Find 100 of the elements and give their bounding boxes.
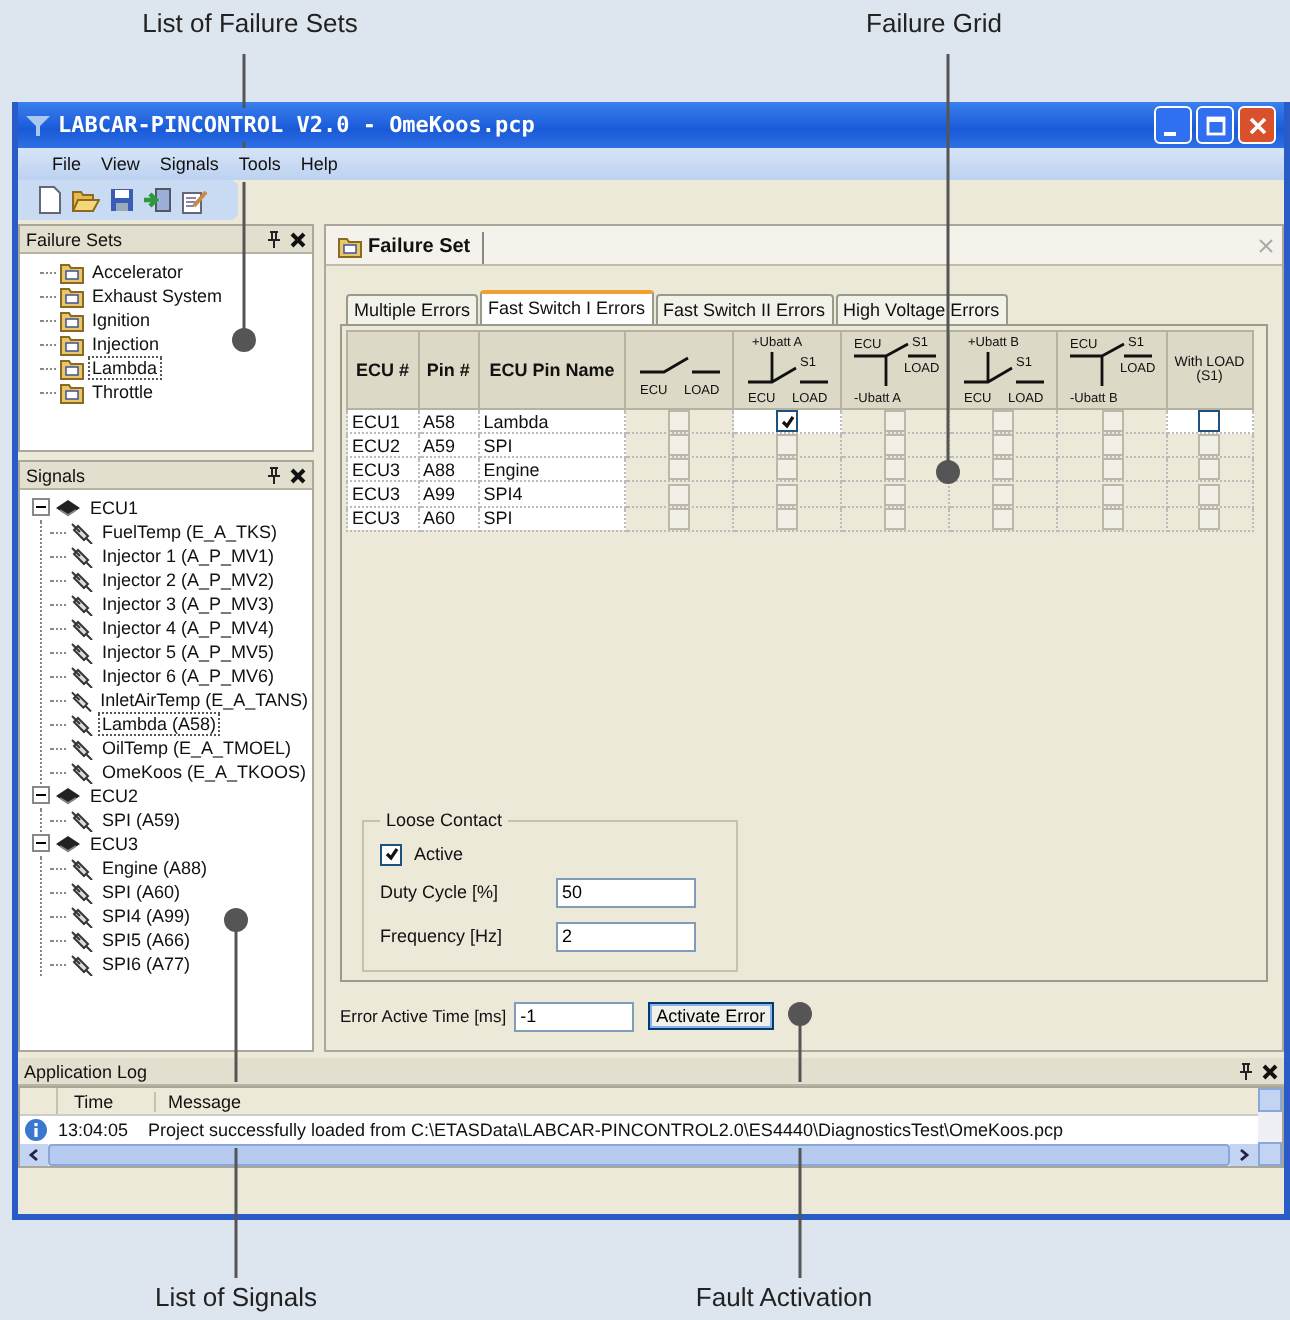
new-document-icon[interactable] — [38, 186, 62, 214]
menu-item[interactable]: Signals — [153, 154, 225, 174]
table-cell: Lambda — [478, 409, 626, 434]
minimize-icon — [1164, 131, 1176, 135]
folder-icon — [60, 309, 84, 331]
connector-icon — [70, 857, 94, 879]
switch-symbol-icon — [962, 350, 1046, 384]
save-icon[interactable] — [110, 188, 134, 212]
menu-item[interactable]: File — [46, 154, 88, 174]
connector-icon — [70, 929, 94, 951]
tree-item[interactable]: Injector 6 (A_P_MV6) — [98, 664, 279, 688]
connector-icon — [70, 737, 94, 759]
table-cell: ECU1 — [347, 409, 418, 434]
switch-symbol-icon — [746, 350, 830, 384]
maximize-button[interactable] — [1196, 106, 1234, 144]
tree-item[interactable]: SPI6 (A77) — [98, 952, 195, 976]
tree-item[interactable]: Lambda (A58) — [98, 712, 221, 736]
connector-icon — [69, 689, 93, 711]
column-header: ECU Pin Name — [489, 360, 615, 380]
tree-item[interactable]: Lambda — [88, 356, 162, 380]
input-field[interactable]: -1 — [514, 1001, 635, 1031]
switch-symbol-icon — [638, 356, 722, 374]
open-folder-icon[interactable] — [72, 188, 100, 212]
collapse-icon[interactable] — [32, 497, 50, 519]
input-field[interactable]: 2 — [556, 921, 696, 951]
table-cell: ECU3 — [347, 457, 418, 482]
scroll-right-icon[interactable] — [1230, 1144, 1258, 1166]
column-header: Pin # — [426, 360, 470, 380]
tree-item[interactable]: ECU3 — [86, 832, 143, 856]
menu-item[interactable]: View — [95, 154, 146, 174]
column-header: Time — [58, 1091, 156, 1111]
panel-title: Failure Sets — [26, 229, 123, 249]
table-cell: A99 — [418, 481, 479, 506]
minimize-button[interactable] — [1154, 106, 1192, 144]
scroll-left-icon[interactable] — [20, 1144, 48, 1166]
table-cell: A60 — [418, 506, 479, 531]
pin-icon[interactable] — [266, 230, 282, 248]
collapse-icon[interactable] — [32, 833, 50, 855]
chip-icon — [54, 786, 82, 806]
pin-icon[interactable] — [1238, 1062, 1254, 1080]
table-cell: ECU2 — [347, 433, 418, 458]
tree-item[interactable]: ECU1 — [86, 496, 143, 520]
connector-icon — [70, 569, 94, 591]
table-cell: ECU3 — [347, 481, 418, 506]
folder-icon — [60, 261, 84, 283]
vertical-scrollbar[interactable] — [1258, 1088, 1282, 1166]
collapse-icon[interactable] — [32, 785, 50, 807]
tree-item[interactable]: Injector 3 (A_P_MV3) — [98, 592, 279, 616]
tree-item[interactable]: Throttle — [88, 380, 158, 404]
tree-item[interactable]: OmeKoos (E_A_TKOOS) — [98, 760, 311, 784]
connector-icon — [70, 521, 94, 543]
tree-item[interactable]: Injector 1 (A_P_MV1) — [98, 544, 279, 568]
import-icon[interactable] — [144, 188, 172, 212]
folder-icon — [60, 357, 84, 379]
tree-item[interactable]: SPI5 (A66) — [98, 928, 195, 952]
tree-item[interactable]: Injection — [88, 332, 164, 356]
tree-item[interactable]: Exhaust System — [88, 284, 227, 308]
checkbox[interactable] — [380, 843, 402, 865]
tree-item[interactable]: SPI4 (A99) — [98, 904, 195, 928]
edit-icon[interactable] — [182, 187, 208, 213]
horizontal-scrollbar[interactable] — [20, 1144, 1258, 1166]
tree-item[interactable]: Injector 2 (A_P_MV2) — [98, 568, 279, 592]
callout-label: List of Failure Sets — [142, 8, 358, 38]
tree-item[interactable]: Ignition — [88, 308, 155, 332]
tab[interactable]: Fast Switch I Errors — [480, 290, 654, 324]
tree-item[interactable]: Injector 5 (A_P_MV5) — [98, 640, 279, 664]
close-icon[interactable] — [1262, 1063, 1278, 1079]
document-tab[interactable]: Failure Set — [326, 232, 485, 264]
activate-error-button[interactable]: Activate Error — [648, 1002, 774, 1030]
close-icon[interactable] — [290, 231, 306, 247]
chip-icon — [54, 834, 82, 854]
window-title: LABCAR-PINCONTROL V2.0 - OmeKoos.pcp — [58, 112, 535, 138]
checkbox[interactable] — [776, 410, 799, 433]
close-button[interactable] — [1238, 106, 1276, 144]
tree-item[interactable]: OilTemp (E_A_TMOEL) — [98, 736, 296, 760]
tree-item[interactable]: SPI (A59) — [98, 808, 185, 832]
tree-item[interactable]: FuelTemp (E_A_TKS) — [98, 520, 282, 544]
chip-icon — [54, 498, 82, 518]
menu-item[interactable]: Tools — [232, 154, 287, 174]
tab[interactable]: Fast Switch II Errors — [655, 294, 834, 324]
tree-item[interactable]: SPI (A60) — [98, 880, 185, 904]
folder-icon — [60, 381, 84, 403]
menu-item[interactable]: Help — [294, 154, 344, 174]
close-icon — [1247, 115, 1267, 135]
tree-item[interactable]: Accelerator — [88, 260, 188, 284]
tree-item[interactable]: Engine (A88) — [98, 856, 212, 880]
panel-title: Application Log — [24, 1061, 148, 1081]
table-cell: A58 — [418, 409, 479, 434]
input-field[interactable]: 50 — [556, 877, 696, 907]
tree-item[interactable]: ECU2 — [86, 784, 143, 808]
checkbox[interactable] — [1198, 410, 1221, 433]
table-cell: ECU3 — [347, 506, 418, 531]
funnel-icon — [26, 115, 50, 135]
close-icon[interactable] — [290, 467, 306, 483]
connector-icon — [70, 545, 94, 567]
tab[interactable]: High Voltage Errors — [835, 294, 1008, 324]
tab[interactable]: Multiple Errors — [346, 294, 479, 324]
tree-item[interactable]: Injector 4 (A_P_MV4) — [98, 616, 279, 640]
pin-icon[interactable] — [266, 466, 282, 484]
tree-item[interactable]: InletAirTemp (E_A_TANS) — [96, 688, 312, 712]
